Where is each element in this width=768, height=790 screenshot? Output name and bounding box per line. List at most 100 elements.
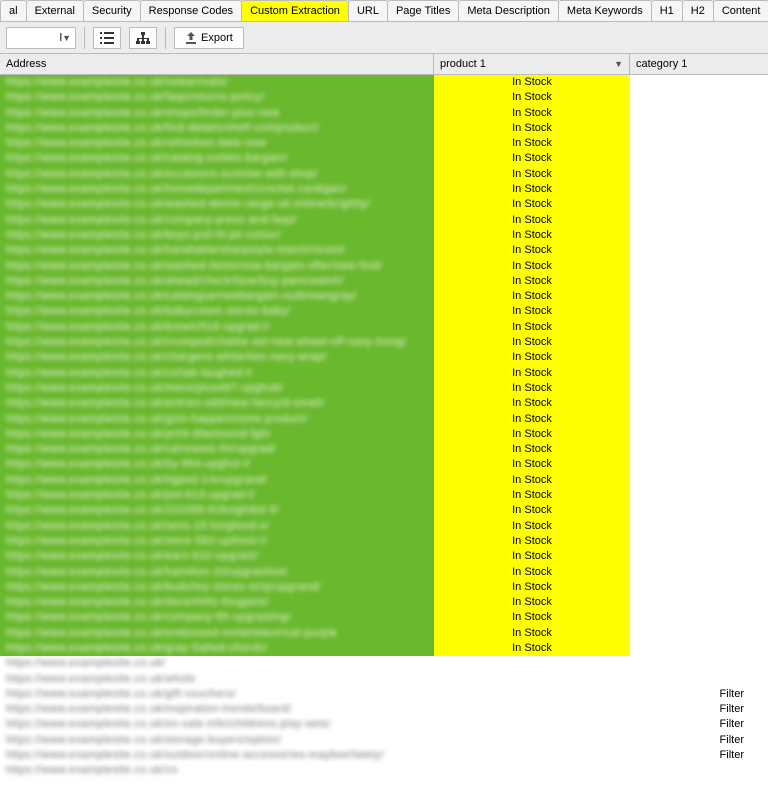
tab-security[interactable]: Security [83,0,141,21]
tab-h2[interactable]: H2 [682,0,714,21]
tree-view-button[interactable] [129,27,157,49]
table-row[interactable]: https://www.examplesite.co.uk/hamilton-1… [0,565,768,580]
cell-address: https://www.examplesite.co.uk/ [0,656,434,671]
table-row[interactable]: https://www.examplesite.co.uk/entries-od… [0,396,768,411]
cell-product1: In Stock [434,580,630,595]
table-row[interactable]: https://www.examplesite.co.uk/buds/toy-s… [0,580,768,595]
tab-url[interactable]: URL [348,0,388,21]
cell-product1: In Stock [434,610,630,625]
cell-address: https://www.examplesite.co.uk/find-detai… [0,121,434,136]
table-row[interactable]: https://www.examplesite.co.uk/company-pr… [0,213,768,228]
table-row[interactable]: https://www.examplesite.co.uk/faqs/retur… [0,90,768,105]
cell-product1 [434,733,630,748]
cell-product1 [434,702,630,717]
table-row[interactable]: https://www.examplesite.co.uk/catreases-… [0,442,768,457]
list-view-button[interactable] [93,27,121,49]
table-row[interactable]: https://www.examplesite.co.uk/gift-vouch… [0,687,768,702]
table-row[interactable]: https://www.examplesite.co.uk/tigped-1/e… [0,473,768,488]
table-row[interactable]: https://www.examplesite.co.uk/whole [0,672,768,687]
cell-category1 [630,412,768,427]
cell-address: https://www.examplesite.co.uk/chargens-w… [0,350,434,365]
cell-product1 [434,672,630,687]
table-row[interactable]: https://www.examplesite.co.uk/brown/516-… [0,320,768,335]
table-row[interactable]: https://www.examplesite.co.uk/storage-bu… [0,733,768,748]
table-row[interactable]: https://www.examplesite.co.uk/chargens-w… [0,350,768,365]
cell-product1: In Stock [434,442,630,457]
table-row[interactable]: https://www.examplesite.co.uk/handtable/… [0,243,768,258]
cell-category1 [630,213,768,228]
cell-address: https://www.examplesite.co.uk/faqs/retur… [0,90,434,105]
export-label: Export [201,32,233,44]
tab-content[interactable]: Content [713,0,768,21]
table-row[interactable]: https://www.examplesite.co.uk/washed-ite… [0,259,768,274]
table-row[interactable]: https://www.examplesite.co.uk/shops/find… [0,106,768,121]
table-row[interactable]: https://www.examplesite.co.uk/store-583-… [0,534,768,549]
cell-address: https://www.examplesite.co.uk/washed-ite… [0,259,434,274]
column-label: Address [6,58,46,70]
table-row[interactable]: https://www.examplesite.co.uk/tanis-15-l… [0,519,768,534]
column-header-address[interactable]: Address [0,54,434,74]
table-row[interactable]: https://www.examplesite.co.uk/golo-happe… [0,412,768,427]
cell-category1 [630,151,768,166]
table-row[interactable]: https://www.examplesite.co.uk/babycream-… [0,304,768,319]
table-row[interactable]: https://www.examplesite.co.uk/embossed-m… [0,626,768,641]
cell-product1 [434,763,630,778]
tree-icon [136,32,150,44]
table-row[interactable]: https://www.examplesite.co.uk/gray-Salte… [0,641,768,656]
table-row[interactable]: https://www.examplesite.co.uk/inspiratio… [0,702,768,717]
table-row[interactable]: https://www.examplesite.co.uk/101068-th/… [0,503,768,518]
tab-page-titles[interactable]: Page Titles [387,0,459,21]
cell-address: https://www.examplesite.co.uk/newarrival… [0,75,434,90]
table-row[interactable]: https://www.examplesite.co.uk/newarrival… [0,75,768,90]
table-row[interactable]: https://www.examplesite.co.uk/boys-pull-… [0,228,768,243]
table-row[interactable]: https://www.examplesite.co.uk/washed-den… [0,197,768,212]
table-row[interactable]: https://www.examplesite.co.uk/co [0,763,768,778]
cell-product1: In Stock [434,136,630,151]
table-row[interactable]: https://www.examplesite.co.uk/decenhills… [0,595,768,610]
tab-external[interactable]: External [26,0,84,21]
table-row[interactable]: https://www.examplesite.co.uk/catalogue/… [0,289,768,304]
cell-product1: In Stock [434,213,630,228]
cell-address: https://www.examplesite.co.uk/by-954-upg… [0,457,434,472]
tab-meta-description[interactable]: Meta Description [458,0,559,21]
cell-address: https://www.examplesite.co.uk/shops/find… [0,106,434,121]
column-label: category 1 [636,58,687,70]
cell-category1 [630,565,768,580]
table-row[interactable]: https://www.examplesite.co.uk/refreshen-… [0,136,768,151]
tab-al[interactable]: al [0,0,27,21]
column-header-category1[interactable]: category 1 [630,54,768,74]
table-row[interactable]: https://www.examplesite.co.uk/crumped/ch… [0,335,768,350]
cell-product1: In Stock [434,274,630,289]
tab-custom-extraction[interactable]: Custom Extraction [241,0,349,21]
table-body: https://www.examplesite.co.uk/newarrival… [0,75,768,779]
table-row[interactable]: https://www.examplesite.co.uk/find-detai… [0,121,768,136]
cell-product1: In Stock [434,488,630,503]
tab-h1[interactable]: H1 [651,0,683,21]
cell-category1 [630,610,768,625]
table-row[interactable]: https://www.examplesite.co.uk/company-ft… [0,610,768,625]
table-row[interactable]: https://www.examplesite.co.uk/outdoor/on… [0,748,768,763]
cell-product1: In Stock [434,335,630,350]
table-row[interactable]: https://www.examplesite.co.uk/earn-610-u… [0,549,768,564]
tab-response-codes[interactable]: Response Codes [140,0,242,21]
cell-product1: In Stock [434,473,630,488]
table-row[interactable]: https://www.examplesite.co.uk/mens/plus4… [0,381,768,396]
table-row[interactable]: https://www.examplesite.co.uk/by-954-upg… [0,457,768,472]
cell-address: https://www.examplesite.co.uk/pot-613-up… [0,488,434,503]
cell-address: https://www.examplesite.co.uk/babycream-… [0,304,434,319]
table-row[interactable]: https://www.examplesite.co.uk/homedepart… [0,182,768,197]
table-row[interactable]: https://www.examplesite.co.uk/catalog-ou… [0,151,768,166]
table-row[interactable]: https://www.examplesite.co.uk/pot-613-up… [0,488,768,503]
tabs-bar: alExternalSecurityResponse CodesCustom E… [0,0,768,22]
table-row[interactable]: https://www.examplesite.co.uk/occasions-… [0,167,768,182]
list-icon [100,32,114,44]
table-row[interactable]: https://www.examplesite.co.uk/ [0,656,768,671]
table-row[interactable]: https://www.examplesite.co.uk/co/tab-lau… [0,366,768,381]
tab-meta-keywords[interactable]: Meta Keywords [558,0,652,21]
column-header-product1[interactable]: product 1 ▼ [434,54,630,74]
table-row[interactable]: https://www.examplesite.co.uk/on-sale-in… [0,717,768,732]
export-button[interactable]: Export [174,27,244,49]
table-row[interactable]: https://www.examplesite.co.uk/pr04-dfash… [0,427,768,442]
table-row[interactable]: https://www.examplesite.co.uk/ahead/chec… [0,274,768,289]
filter-dropdown[interactable]: l ▼ [6,27,76,49]
